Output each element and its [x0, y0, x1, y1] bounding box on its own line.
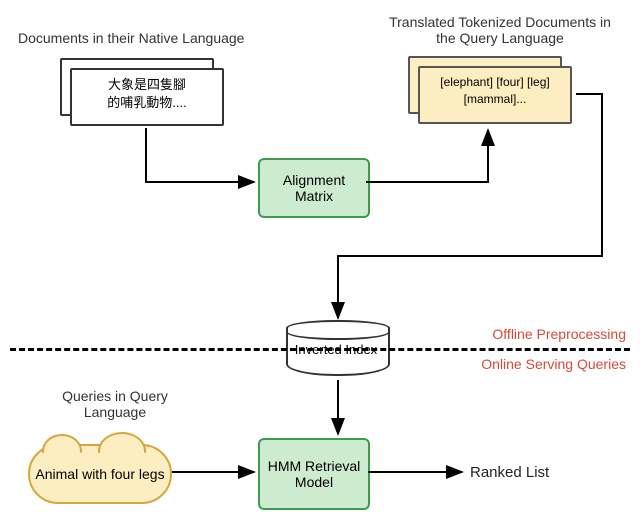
translated-doc-line2: [mammal]... — [464, 92, 527, 106]
query-cloud: Animal with four legs — [28, 444, 172, 504]
inverted-index-label: Inverted Index — [286, 342, 386, 357]
translated-docs-stack: [elephant] [four] [leg] [mammal]... — [408, 56, 568, 116]
native-doc-line2: 的哺乳動物.... — [107, 95, 186, 110]
native-docs-stack: 大象是四隻腳 的哺乳動物.... — [60, 58, 220, 118]
offline-section-label: Offline Preprocessing — [492, 326, 626, 342]
inverted-index-cylinder: Inverted Index — [286, 320, 386, 374]
ranked-list-output: Ranked List — [470, 464, 549, 481]
native-doc-line1: 大象是四隻腳 — [108, 77, 186, 92]
hmm-retrieval-box: HMM Retrieval Model — [258, 438, 370, 510]
query-cloud-text: Animal with four legs — [35, 466, 164, 482]
online-section-label: Online Serving Queries — [481, 356, 626, 372]
queries-caption: Queries in Query Language — [40, 388, 190, 420]
alignment-matrix-box: Alignment Matrix — [258, 158, 370, 218]
translated-docs-caption: Translated Tokenized Documents in the Qu… — [380, 14, 620, 46]
translated-doc-line1: [elephant] [four] [leg] — [440, 75, 549, 89]
native-docs-caption: Documents in their Native Language — [18, 30, 268, 46]
